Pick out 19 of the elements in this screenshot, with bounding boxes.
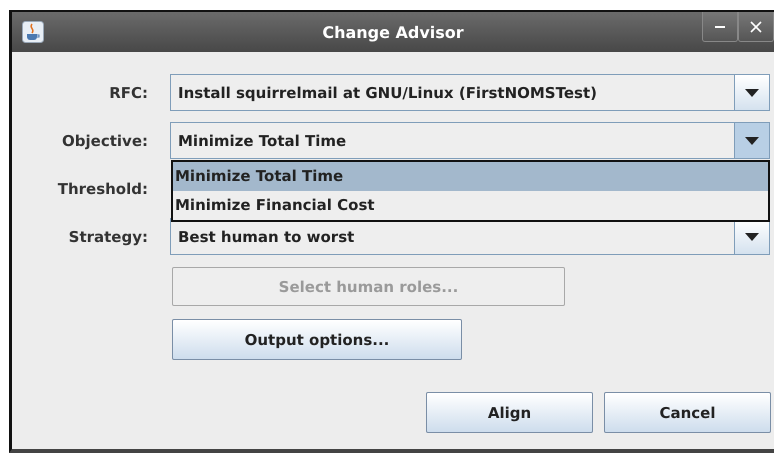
dropdown-option[interactable]: Minimize Financial Cost: [173, 191, 768, 220]
dropdown[interactable]: Minimize Total Time: [170, 122, 770, 159]
field-label: Strategy:: [68, 228, 148, 246]
dropdown-option[interactable]: Minimize Total Time: [173, 162, 768, 191]
window-title: Change Advisor: [322, 22, 464, 42]
close-icon: [749, 20, 763, 34]
dialog-button[interactable]: Align: [426, 392, 593, 433]
field-label: RFC:: [108, 84, 148, 102]
minimize-icon: [715, 26, 725, 28]
caret-icon: [745, 88, 759, 96]
option-button[interactable]: Output options...: [172, 319, 462, 360]
field-label: Threshold:: [56, 180, 148, 198]
dialog-button[interactable]: Cancel: [604, 392, 771, 433]
dropdown[interactable]: Install squirrelmail at GNU/Linux (FirstNOMSTest): [170, 74, 770, 111]
field-label: Objective:: [61, 132, 148, 150]
cup-icon: [22, 21, 44, 43]
close-button[interactable]: [738, 12, 774, 42]
caret-icon: [745, 136, 759, 144]
caret-icon: [745, 232, 759, 240]
